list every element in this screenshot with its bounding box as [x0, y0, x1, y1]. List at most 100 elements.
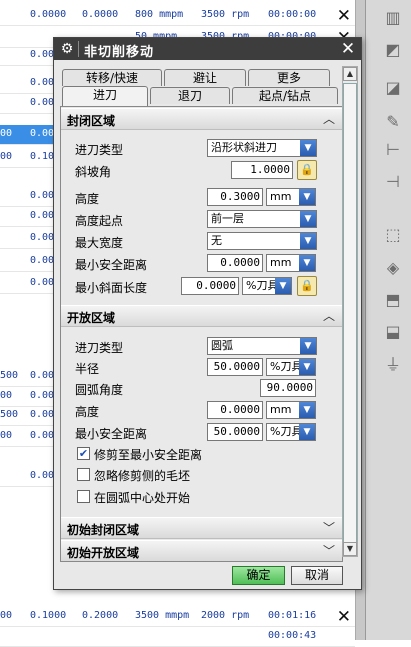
closed-min-safe-unit-select[interactable]: mm ▼	[266, 254, 316, 272]
lock-icon[interactable]: 🔒	[297, 160, 317, 180]
select-value: mm	[270, 403, 292, 416]
tool-icon[interactable]: ✎	[383, 112, 403, 132]
tool-icon[interactable]: ⬚	[383, 225, 403, 245]
tool-icon[interactable]: ◪	[383, 78, 403, 98]
tool-icon[interactable]: ⊣	[383, 172, 403, 192]
section-title: 初始封闭区域	[67, 523, 140, 537]
table-cell: 00:00:43	[268, 630, 317, 641]
vertical-scrollbar[interactable]: ▲ ▼	[342, 66, 358, 557]
min-safe-distance-label: 最小安全距离	[75, 427, 148, 441]
closed-feed-type-select[interactable]: 沿形状斜进刀 ▼	[207, 139, 317, 157]
tab-transfer-rapid[interactable]: 转移/快速	[62, 69, 162, 86]
chevron-up-icon[interactable]: ︿	[320, 110, 338, 128]
open-min-safe-unit-select[interactable]: %刀具 ▼	[266, 423, 316, 441]
table-row[interactable]: 0.0000 0.0000 800 mmpm 3500 rpm 00:00:00…	[0, 6, 355, 26]
table-cell: 0.00	[30, 210, 55, 221]
tool-icon[interactable]: ▥	[383, 8, 403, 28]
chevron-down-icon[interactable]: ﹀	[320, 542, 338, 560]
tab-avoidance[interactable]: 避让	[164, 69, 246, 86]
title-separator	[78, 41, 79, 57]
tab-retract[interactable]: 退刀	[150, 87, 230, 104]
table-cell: 0.1000	[30, 610, 67, 621]
table-cell: 0.00	[30, 97, 55, 108]
chevron-up-icon[interactable]: ▲	[343, 67, 357, 81]
chevron-down-icon[interactable]: ﹀	[320, 519, 338, 537]
tool-icon[interactable]: ⬓	[383, 322, 403, 342]
table-cell: 0.00	[30, 470, 55, 481]
table-cell: 0.00	[30, 190, 55, 201]
ignore-trim-side-blank-checkbox[interactable]	[77, 468, 90, 481]
closed-height-input[interactable]: 0.3000	[207, 188, 263, 206]
initial-closed-region-header[interactable]: 初始封闭区域 ﹀	[61, 517, 342, 539]
table-cell: 00	[0, 430, 13, 441]
tab-more[interactable]: 更多	[248, 69, 330, 86]
max-width-label: 最大宽度	[75, 236, 124, 250]
tool-icon[interactable]: ◈	[383, 258, 403, 278]
open-feed-type-select[interactable]: 圆弧 ▼	[207, 337, 317, 355]
close-icon[interactable]: ✕	[337, 6, 351, 26]
closed-height-unit-select[interactable]: mm ▼	[266, 188, 316, 206]
tool-icon[interactable]: ◩	[383, 40, 403, 60]
arc-angle-input[interactable]: 90.0000	[260, 379, 316, 397]
open-min-safe-input[interactable]: 50.0000	[207, 423, 263, 441]
table-cell: 0.10	[30, 151, 55, 162]
table-cell: 00:01:16	[268, 610, 317, 621]
table-cell: 800 mmpm	[135, 9, 184, 20]
chevron-down-icon: ▼	[299, 402, 315, 418]
feed-type-label: 进刀类型	[75, 341, 124, 355]
scrollbar-thumb[interactable]	[343, 83, 357, 553]
cancel-button[interactable]: 取消	[291, 566, 343, 585]
open-height-input[interactable]: 0.0000	[207, 401, 263, 419]
ok-button[interactable]: 确定	[232, 566, 285, 585]
chevron-down-icon: ▼	[299, 255, 315, 271]
min-ramp-unit-select[interactable]: %刀具 ▼	[242, 277, 292, 295]
non-cutting-moves-dialog: ⚙ 非切削移动 ✕ 转移/快速 避让 更多 进刀 退刀 起点/钻点 封闭区域 ︿…	[53, 37, 362, 590]
table-cell: 0.00	[30, 409, 55, 420]
tool-icon[interactable]: ⏚	[383, 355, 403, 375]
chevron-down-icon: ▼	[300, 211, 316, 227]
tool-icon[interactable]: ⬒	[383, 290, 403, 310]
chevron-down-icon: ▼	[299, 359, 315, 375]
table-cell: 0.00	[30, 77, 55, 88]
closed-min-safe-input[interactable]: 0.0000	[207, 254, 263, 272]
gear-icon[interactable]: ⚙	[58, 40, 76, 58]
tab-start-drill-points[interactable]: 起点/钻点	[232, 87, 338, 104]
table-cell: 0.0000	[30, 9, 67, 20]
start-at-arc-center-checkbox[interactable]	[77, 490, 90, 503]
height-origin-label: 高度起点	[75, 214, 124, 228]
table-cell: 0.00	[30, 370, 55, 381]
chevron-down-icon[interactable]: ▼	[343, 542, 357, 556]
table-row[interactable]: 00 0.1000 0.2000 3500 mmpm 2000 rpm 00:0…	[0, 607, 355, 627]
chevron-down-icon: ▼	[300, 338, 316, 354]
tab-engage[interactable]: 进刀	[62, 86, 148, 106]
chevron-down-icon: ▼	[299, 189, 315, 205]
max-width-select[interactable]: 无 ▼	[207, 232, 317, 250]
select-value: mm	[270, 190, 292, 203]
min-ramp-length-input[interactable]: 0.0000	[181, 277, 239, 295]
arc-angle-label: 圆弧角度	[75, 383, 124, 397]
section-title: 初始开放区域	[67, 546, 140, 560]
table-row[interactable]: 00:00:43	[0, 627, 355, 647]
lock-icon[interactable]: 🔒	[297, 276, 317, 296]
height-origin-select[interactable]: 前一层 ▼	[207, 210, 317, 228]
chevron-down-icon: ▼	[275, 278, 291, 294]
table-cell: 00:00:00	[268, 9, 317, 20]
close-icon[interactable]: ✕	[337, 607, 351, 627]
table-cell: 0.00	[30, 255, 55, 266]
initial-open-region-header[interactable]: 初始开放区域 ﹀	[61, 540, 342, 561]
chevron-up-icon[interactable]: ︿	[320, 307, 338, 325]
closed-region-header[interactable]: 封闭区域 ︿	[61, 108, 342, 130]
open-region-header[interactable]: 开放区域 ︿	[61, 305, 342, 327]
radius-unit-select[interactable]: %刀具 ▼	[266, 358, 316, 376]
tool-icon[interactable]: ⊢	[383, 140, 403, 160]
close-icon[interactable]: ✕	[339, 39, 357, 59]
dialog-titlebar[interactable]: ⚙ 非切削移动 ✕	[54, 38, 361, 60]
ramp-angle-input[interactable]: 1.0000	[231, 161, 293, 179]
select-value: 圆弧	[211, 339, 233, 352]
open-height-unit-select[interactable]: mm ▼	[266, 401, 316, 419]
trim-to-min-safe-checkbox[interactable]: ✔	[77, 447, 90, 460]
resource-bar: ▥ ◩ ◪ ✎ ⊢ ⊣ ⬚ ◈ ⬒ ⬓ ⏚	[355, 0, 411, 640]
select-value: 无	[211, 234, 222, 247]
radius-input[interactable]: 50.0000	[207, 358, 263, 376]
engage-tab-content: 封闭区域 ︿ 进刀类型 沿形状斜进刀 ▼ 斜坡角 1.0000 🔒 高度 0.3…	[60, 106, 343, 562]
